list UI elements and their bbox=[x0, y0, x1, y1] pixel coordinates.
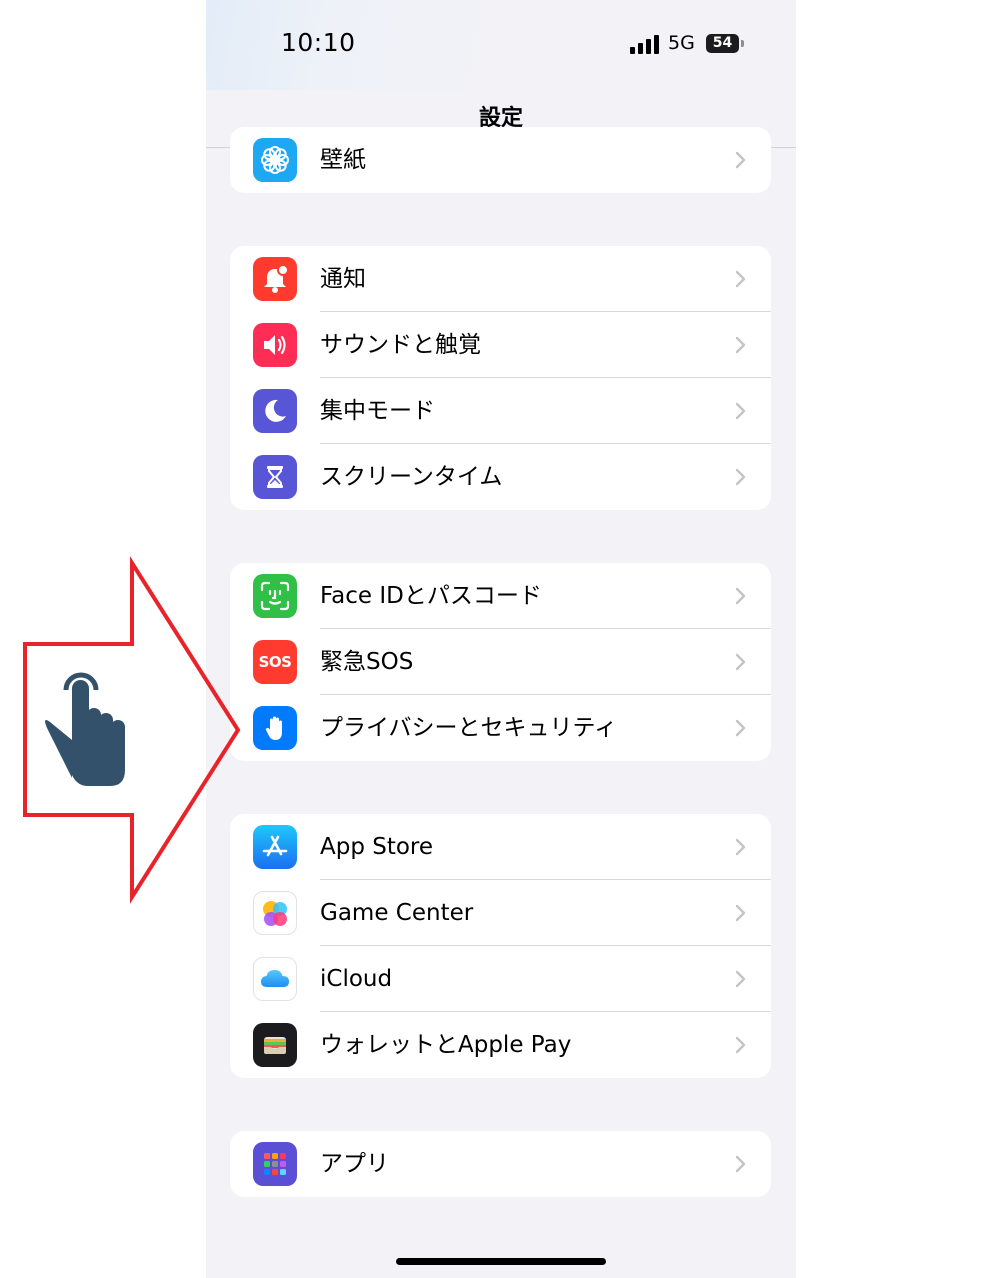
tutorial-overlay bbox=[23, 556, 241, 904]
tap-hand-icon bbox=[45, 672, 125, 786]
